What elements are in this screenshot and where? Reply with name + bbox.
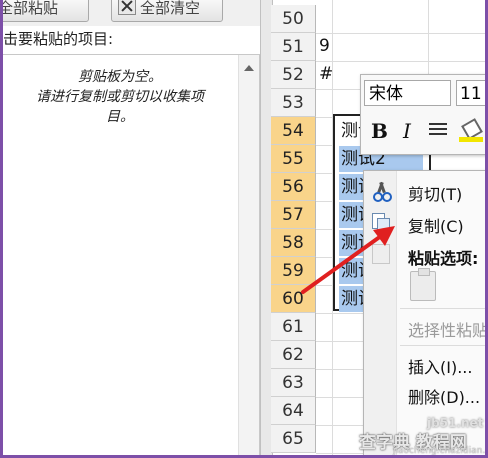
annotation-arrow-icon: [301, 226, 395, 294]
watermark-url: jiaocheng.chazidian.com: [393, 446, 485, 455]
excel-window: 全部粘贴 全部清空 击要粘贴的项目: 剪贴板为空。 请进行复制或剪切以收集项 目…: [3, 0, 485, 455]
